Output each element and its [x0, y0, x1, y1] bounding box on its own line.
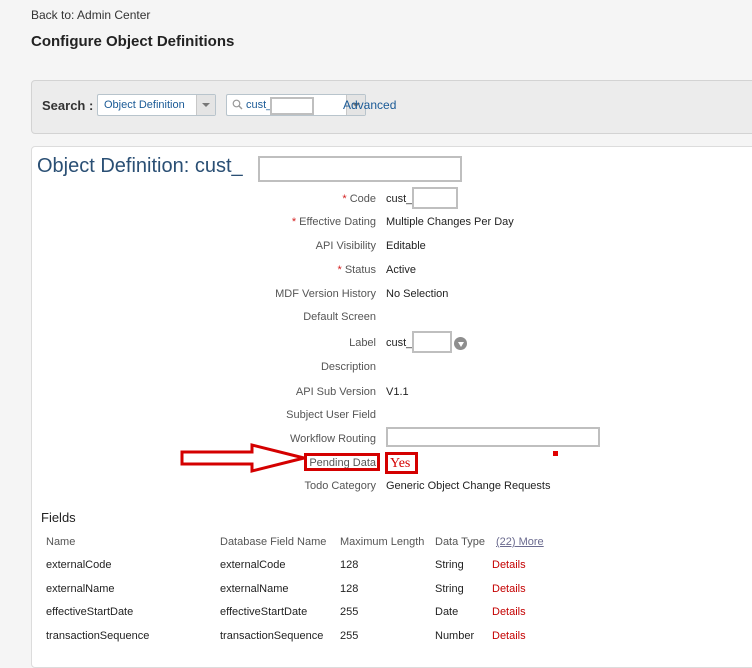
redacted-box	[270, 97, 314, 115]
search-query-value: cust_	[246, 99, 273, 111]
maximum-length-cell: 128	[340, 583, 359, 595]
field-label: * Status	[337, 264, 376, 276]
field-description: Description	[32, 361, 752, 377]
annotation-dot	[553, 451, 558, 456]
field-label: API Visibility	[315, 240, 376, 252]
annotation-arrow-icon	[180, 443, 305, 473]
page-title: Configure Object Definitions	[31, 33, 235, 50]
field-label: Subject User Field	[286, 409, 376, 421]
data-type-cell: Number	[435, 630, 475, 642]
database-field-name-cell: externalName	[220, 583, 289, 595]
details-link[interactable]: Details	[492, 630, 526, 642]
database-field-name-cell: effectiveStartDate	[220, 606, 308, 618]
field-label: Default Screen	[303, 311, 376, 323]
column-header-database-field-name: Database Field Name	[220, 536, 327, 548]
translate-dropdown-icon[interactable]	[454, 337, 467, 350]
field-value: Active	[386, 264, 416, 276]
field-api-sub-version: API Sub Version V1.1	[32, 386, 752, 402]
field-name-cell: transactionSequence	[46, 630, 150, 642]
field-value: cust_	[386, 337, 413, 349]
field-label-row: Label cust_	[32, 337, 752, 353]
search-bar: Search : Object Definition cust_ Advance…	[31, 80, 752, 134]
field-label: Todo Category	[304, 480, 376, 492]
field-todo-category: Todo Category Generic Object Change Requ…	[32, 480, 752, 496]
field-label: API Sub Version	[295, 386, 376, 398]
field-name-cell: externalName	[46, 583, 115, 595]
search-icon	[232, 99, 243, 110]
field-value: V1.1	[386, 386, 409, 398]
field-name-cell: effectiveStartDate	[46, 606, 134, 618]
object-definition-title: Object Definition: cust_	[37, 155, 243, 177]
field-label: MDF Version History	[275, 288, 376, 300]
column-header-maximum-length: Maximum Length	[340, 536, 425, 548]
redacted-box	[412, 331, 452, 353]
database-field-name-cell: externalCode	[220, 559, 286, 571]
maximum-length-cell: 255	[340, 630, 359, 642]
maximum-length-cell: 128	[340, 559, 359, 571]
maximum-length-cell: 255	[340, 606, 359, 618]
field-api-visibility: API Visibility Editable	[32, 240, 752, 256]
data-type-cell: Date	[435, 606, 459, 618]
object-definition-panel: Object Definition: cust_ * Code cust_ * Ef…	[31, 146, 752, 668]
field-default-screen: Default Screen	[32, 311, 752, 327]
search-type-value: Object Definition	[104, 99, 185, 111]
back-to-admin-center-link[interactable]: Back to: Admin Center	[31, 8, 150, 22]
field-value: Editable	[386, 240, 426, 252]
fields-heading: Fields	[41, 510, 76, 525]
details-link[interactable]: Details	[492, 559, 526, 571]
database-field-name-cell: transactionSequence	[220, 630, 324, 642]
field-label: Description	[320, 361, 376, 373]
advanced-search-link[interactable]: Advanced	[343, 98, 396, 112]
field-status: * Status Active	[32, 264, 752, 280]
redacted-box	[386, 427, 600, 447]
chevron-down-icon[interactable]	[196, 95, 215, 115]
details-link[interactable]: Details	[492, 606, 526, 618]
field-label: * Effective Dating	[291, 216, 376, 228]
field-subject-user-field: Subject User Field	[32, 409, 752, 425]
search-type-select[interactable]: Object Definition	[97, 94, 216, 116]
field-value: No Selection	[386, 288, 449, 300]
data-type-cell: String	[435, 583, 464, 595]
field-name-cell: externalCode	[46, 559, 112, 571]
field-value: Generic Object Change Requests	[386, 480, 551, 492]
field-value: cust_	[386, 193, 413, 205]
field-label: * Code	[342, 193, 376, 205]
field-effective-dating: * Effective Dating Multiple Changes Per D…	[32, 216, 752, 232]
search-label: Search :	[42, 98, 94, 113]
redacted-box	[258, 156, 462, 182]
field-label: Label	[349, 337, 376, 349]
field-mdf-version-history: MDF Version History No Selection	[32, 288, 752, 304]
field-code: * Code cust_	[32, 193, 752, 209]
pending-data-value: Yes	[390, 456, 411, 471]
redacted-box	[412, 187, 458, 209]
field-value: Multiple Changes Per Day	[386, 216, 514, 228]
annotation-highlight-box	[304, 453, 380, 471]
column-header-data-type: Data Type	[435, 536, 485, 548]
column-header-name: Name	[46, 536, 76, 548]
more-columns-link[interactable]: (22) More	[496, 536, 544, 548]
data-type-cell: String	[435, 559, 464, 571]
details-link[interactable]: Details	[492, 583, 526, 595]
